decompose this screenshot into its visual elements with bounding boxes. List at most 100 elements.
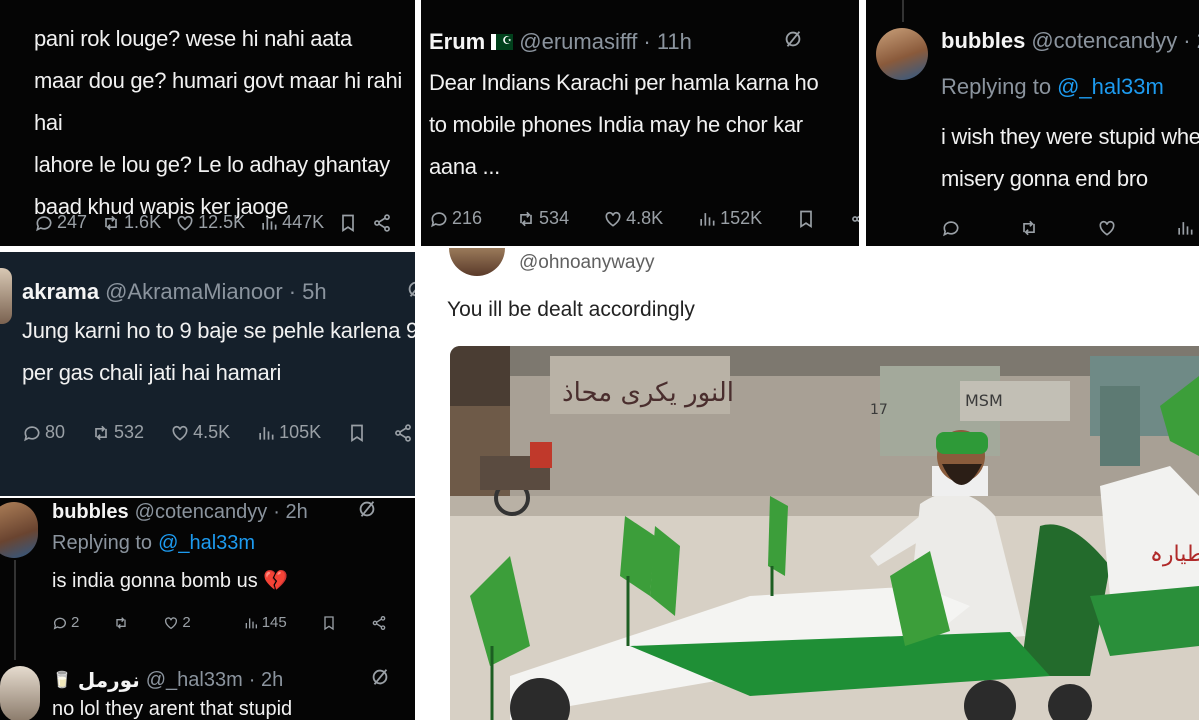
tweet-panel-d: akrama @AkramaMianoor · 5h Jung karni ho… — [0, 252, 415, 496]
replying-label: Replying to — [941, 74, 1052, 99]
repost-button[interactable] — [113, 615, 129, 631]
grok-button[interactable] — [782, 28, 804, 56]
bookmark-button[interactable] — [321, 615, 337, 631]
tweet-photo[interactable]: النور یکری محاذ MSM 17 طیارہ — [450, 346, 1199, 720]
timestamp: · 2h — [248, 668, 284, 691]
thread-line — [14, 560, 16, 660]
timestamp: · 2h — [1183, 28, 1199, 53]
grok-button[interactable] — [369, 666, 391, 694]
repost-icon — [1023, 220, 1035, 236]
grok-icon — [408, 281, 415, 297]
views-button[interactable]: 152K — [697, 208, 762, 229]
thread-line — [902, 0, 904, 22]
tweet-text: Jung karni ho to 9 baje se pehle karlena… — [22, 318, 415, 385]
repost-button[interactable] — [1019, 218, 1039, 238]
grok-button[interactable] — [356, 498, 378, 526]
share-button[interactable] — [371, 615, 387, 631]
plane-text: طیارہ — [1150, 542, 1199, 567]
repost-button[interactable]: 534 — [516, 208, 569, 229]
author-handle[interactable]: @AkramaMianoor — [105, 279, 283, 305]
wall-sign-text: النور یکری محاذ — [562, 378, 734, 408]
share-icon — [372, 615, 386, 630]
reply-icon — [53, 617, 66, 630]
grok-icon — [359, 501, 375, 517]
heart-icon — [172, 425, 188, 441]
replying-label: Replying to — [52, 532, 153, 554]
repost-icon — [116, 616, 127, 629]
bookmark-button[interactable] — [796, 209, 816, 229]
bookmark-icon — [800, 210, 813, 228]
reply-button[interactable]: 247 — [34, 212, 87, 233]
bookmark-button[interactable] — [347, 423, 367, 443]
views-button[interactable]: 447K — [259, 212, 324, 233]
avatar[interactable] — [0, 502, 38, 558]
views-icon — [259, 426, 274, 440]
views-icon — [245, 617, 257, 628]
tweet-text: pani rok louge? wese hi nahi aata maar d… — [34, 26, 402, 219]
bookmark-icon — [351, 424, 363, 442]
cup-icon: 🥛 — [52, 672, 72, 689]
like-button[interactable]: 12.5K — [175, 212, 245, 233]
avatar[interactable] — [0, 666, 40, 720]
share-button[interactable] — [393, 423, 413, 443]
replying-handle[interactable]: @_hal33m — [158, 532, 255, 555]
timestamp: · 2h — [273, 500, 308, 523]
author-name[interactable]: bubbles — [941, 28, 1025, 54]
photo-illustration: النور یکری محاذ MSM 17 طیارہ — [450, 346, 1199, 720]
replying-handle[interactable]: @_hal33m — [1057, 74, 1164, 100]
bookmark-button[interactable] — [338, 213, 358, 233]
like-button[interactable] — [1097, 218, 1117, 238]
views-button[interactable]: 145 — [243, 614, 287, 631]
repost-icon — [520, 211, 532, 226]
views-icon — [700, 212, 715, 226]
avatar[interactable] — [449, 248, 505, 276]
author-handle[interactable]: @cotencandyy — [135, 501, 268, 524]
grok-icon — [372, 669, 388, 685]
repost-button[interactable]: 1.6K — [101, 212, 161, 233]
reply-button[interactable]: 80 — [22, 422, 65, 443]
tweet-text: is india gonna bomb us 💔 — [52, 570, 289, 592]
author-handle[interactable]: @erumasifff — [519, 29, 637, 55]
author-handle[interactable]: @_hal33m — [146, 669, 243, 692]
tweet-text: Dear Indians Karachi per hamla karna ho … — [429, 70, 819, 179]
reply-button[interactable]: 216 — [429, 208, 482, 229]
share-button[interactable] — [372, 213, 392, 233]
repost-button[interactable]: 532 — [91, 422, 144, 443]
avatar[interactable] — [876, 28, 928, 80]
share-icon — [374, 213, 391, 232]
heart-icon — [165, 616, 178, 629]
heart-icon — [605, 211, 621, 227]
author-name[interactable]: Erum — [429, 29, 485, 55]
author-handle[interactable]: @ohnoanywayy — [519, 252, 654, 274]
share-button[interactable] — [850, 209, 859, 229]
tweet-panel-b: Erum ☪ @erumasifff · 11h Dear Indians Ka… — [421, 0, 859, 246]
reply-icon — [36, 215, 52, 231]
like-button[interactable]: 4.8K — [603, 208, 663, 229]
bookmark-icon — [342, 214, 355, 232]
author-name[interactable]: نورمل — [78, 668, 140, 693]
reply-button[interactable]: 2 — [52, 614, 79, 631]
timestamp: · 5h — [288, 279, 327, 304]
like-button[interactable]: 4.5K — [170, 422, 230, 443]
reply-button[interactable] — [941, 218, 961, 238]
views-icon — [262, 216, 277, 230]
author-name[interactable]: akrama — [22, 279, 99, 305]
avatar[interactable] — [0, 268, 12, 324]
share-icon — [852, 215, 859, 222]
repost-icon — [95, 425, 107, 440]
views-icon — [1178, 222, 1193, 235]
views-button[interactable]: 105K — [256, 422, 321, 443]
views-button[interactable] — [1175, 218, 1195, 238]
like-button[interactable]: 2 — [163, 614, 191, 631]
tweet-panel-c: bubbles @cotencandyy · 2h Replying to @_… — [866, 0, 1199, 246]
tweet-panel-e: bubbles @cotencandyy · 2h Replying to @_… — [0, 498, 415, 720]
author-name[interactable]: bubbles — [52, 501, 129, 524]
tweet-panel-a: pani rok louge? wese hi nahi aata maar d… — [0, 0, 415, 246]
heart-icon — [177, 215, 193, 231]
grok-button[interactable] — [405, 278, 415, 306]
reply-icon — [943, 221, 959, 237]
author-handle[interactable]: @cotencandyy — [1031, 28, 1177, 54]
timestamp: · 11h — [643, 29, 692, 54]
reply-icon — [431, 211, 447, 227]
share-icon — [395, 423, 412, 442]
